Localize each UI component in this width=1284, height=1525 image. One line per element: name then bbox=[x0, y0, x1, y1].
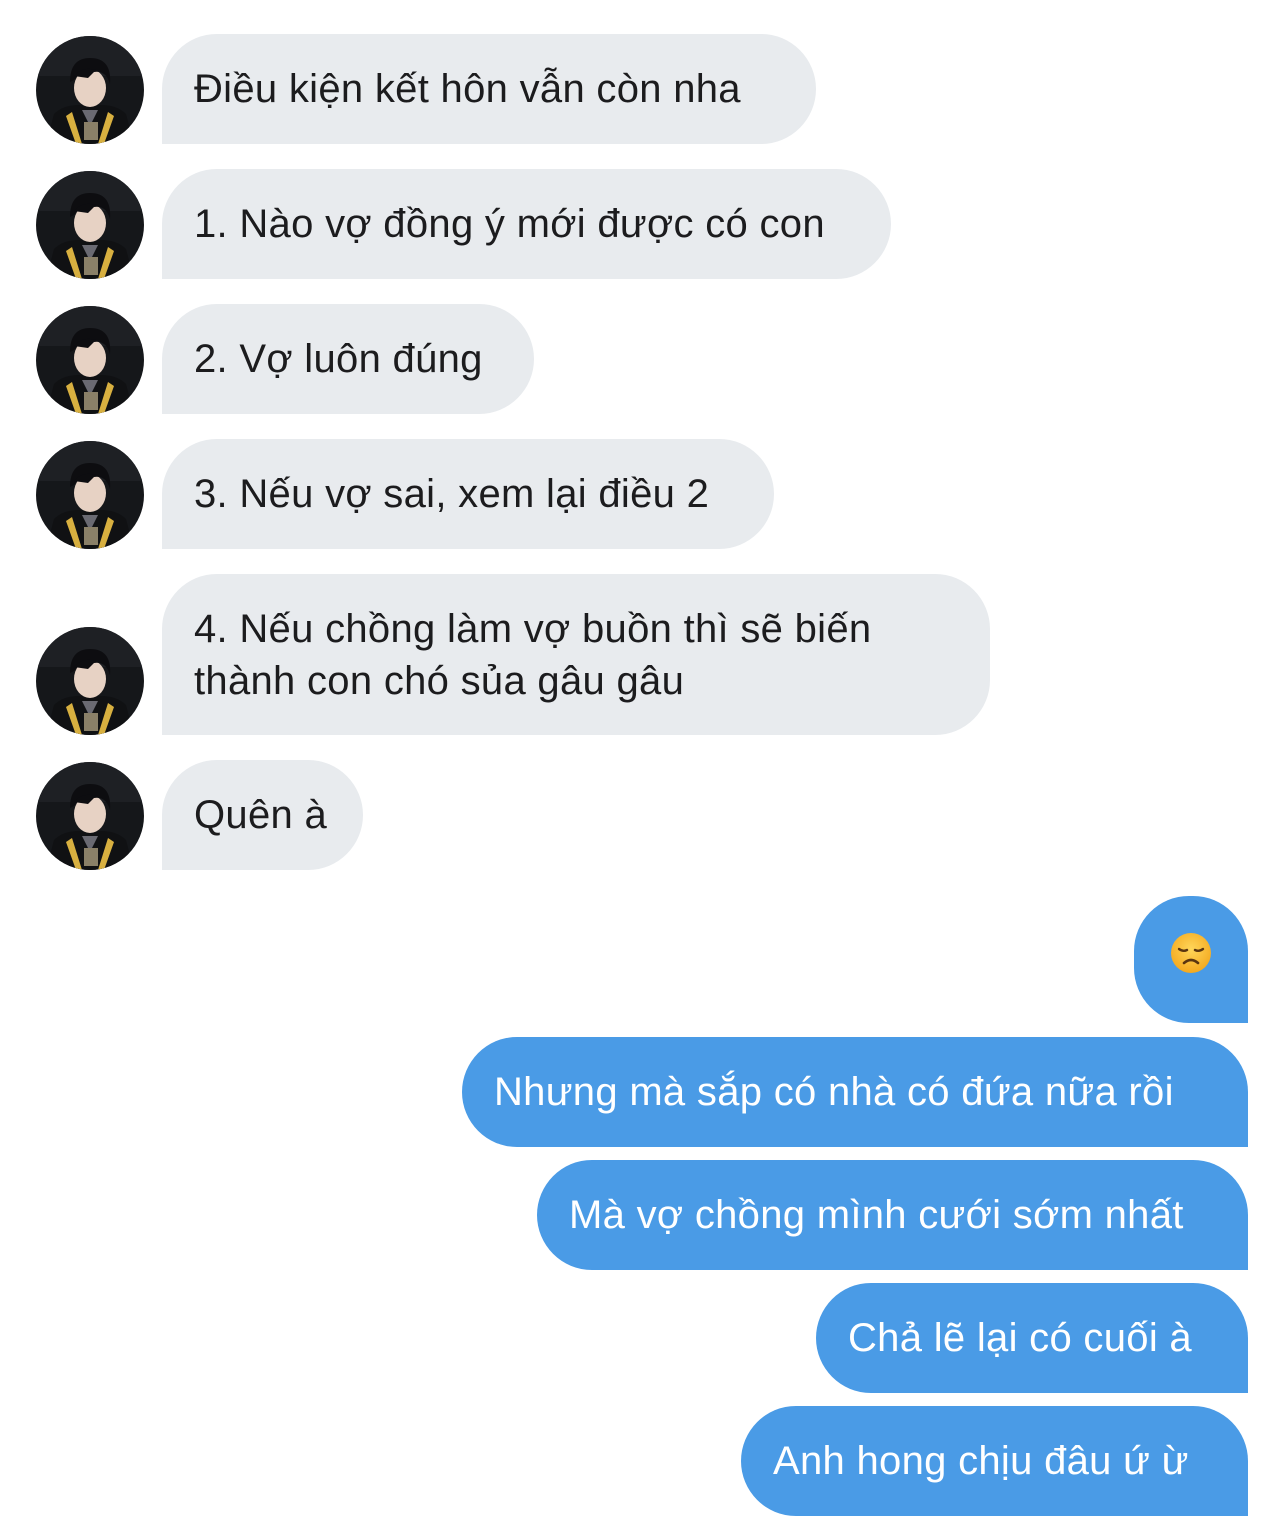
outgoing-message-bubble[interactable]: Anh hong chịu đâu ứ ừ bbox=[741, 1406, 1248, 1516]
outgoing-emoji-bubble[interactable] bbox=[1134, 896, 1248, 1023]
incoming-message-bubble[interactable]: Điều kiện kết hôn vẫn còn nha bbox=[162, 34, 816, 144]
message-text: Anh hong chịu đâu ứ ừ bbox=[773, 1439, 1189, 1483]
outgoing-message-bubble[interactable]: Chả lẽ lại có cuối à bbox=[816, 1283, 1248, 1393]
outgoing-message-bubble[interactable]: Mà vợ chồng mình cưới sớm nhất bbox=[537, 1160, 1248, 1270]
message-text: 3. Nếu vợ sai, xem lại điều 2 bbox=[194, 472, 710, 516]
incoming-message-bubble[interactable]: Quên à bbox=[162, 760, 363, 870]
message-text: Điều kiện kết hôn vẫn còn nha bbox=[194, 67, 741, 111]
disappointed-face-icon bbox=[1170, 932, 1212, 987]
message-text: Nhưng mà sắp có nhà có đứa nữa rồi bbox=[494, 1070, 1174, 1114]
message-text: 1. Nào vợ đồng ý mới được có con bbox=[194, 202, 825, 246]
message-text: 2. Vợ luôn đúng bbox=[194, 337, 483, 381]
incoming-message-bubble[interactable]: 1. Nào vợ đồng ý mới được có con bbox=[162, 169, 891, 279]
incoming-message-bubble[interactable]: 4. Nếu chồng làm vợ buồn thì sẽ biến thà… bbox=[162, 574, 990, 735]
contact-avatar[interactable] bbox=[36, 627, 144, 735]
contact-avatar[interactable] bbox=[36, 306, 144, 414]
incoming-message-bubble[interactable]: 3. Nếu vợ sai, xem lại điều 2 bbox=[162, 439, 774, 549]
contact-avatar[interactable] bbox=[36, 171, 144, 279]
message-text: Mà vợ chồng mình cưới sớm nhất bbox=[569, 1193, 1184, 1237]
contact-avatar[interactable] bbox=[36, 36, 144, 144]
outgoing-message-bubble[interactable]: Nhưng mà sắp có nhà có đứa nữa rồi bbox=[462, 1037, 1248, 1147]
contact-avatar[interactable] bbox=[36, 441, 144, 549]
message-text: 4. Nếu chồng làm vợ buồn thì sẽ biến thà… bbox=[194, 606, 872, 703]
message-text: Quên à bbox=[194, 793, 328, 837]
message-text: Chả lẽ lại có cuối à bbox=[848, 1316, 1192, 1360]
incoming-message-bubble[interactable]: 2. Vợ luôn đúng bbox=[162, 304, 534, 414]
contact-avatar[interactable] bbox=[36, 762, 144, 870]
